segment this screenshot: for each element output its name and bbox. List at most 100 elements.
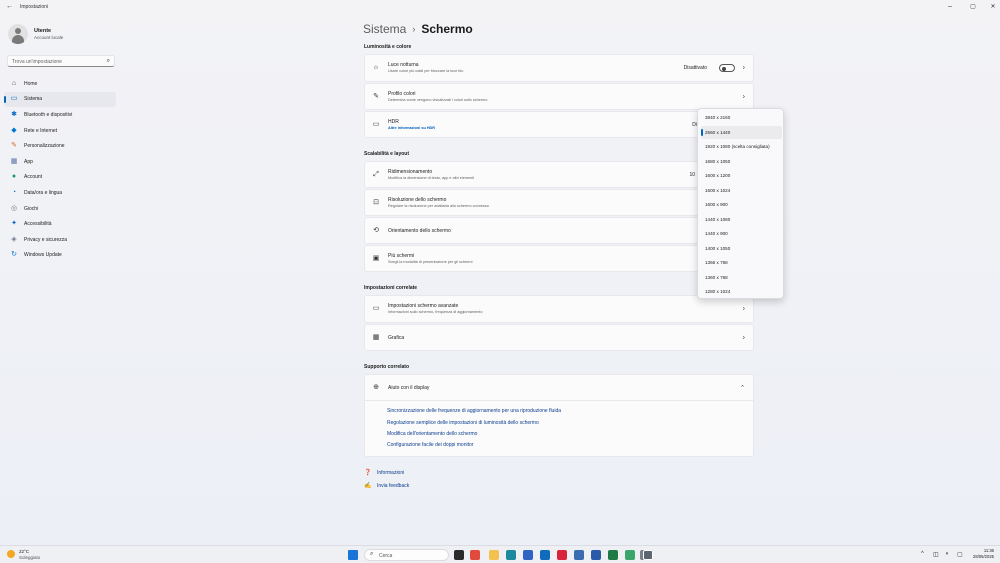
tray-app-icon[interactable]: ▢ bbox=[957, 551, 963, 558]
sidebar-item-windows-update[interactable]: ↻ Windows Update bbox=[4, 248, 116, 264]
weather-temperature: 22°C bbox=[19, 549, 30, 554]
title-bar: ← Impostazioni – ▢ ✕ bbox=[0, 0, 1000, 16]
chrome-icon[interactable] bbox=[470, 550, 480, 560]
game-icon[interactable] bbox=[625, 550, 635, 560]
graphics-card[interactable]: ▦ Grafica › bbox=[364, 324, 754, 351]
help-icon: ❓ bbox=[364, 470, 372, 476]
store-icon[interactable] bbox=[523, 550, 533, 560]
tray-chevron-icon[interactable]: ^ bbox=[921, 551, 924, 557]
sidebar-item-personalizzazione[interactable]: ✎ Personalizzazione bbox=[4, 138, 116, 154]
scale-card[interactable]: ⤢ Ridimensionamento Modifica la dimensio… bbox=[364, 161, 754, 188]
multi-display-card[interactable]: ▣ Più schermi Scegli la modalità di pres… bbox=[364, 245, 754, 272]
resolution-option-label: 1680 x 1050 bbox=[705, 158, 731, 164]
resolution-option-label: 1600 x 1200 bbox=[705, 173, 731, 178]
resolution-option[interactable]: 3840 x 2160 bbox=[701, 111, 782, 124]
resolution-option[interactable]: 1600 x 1024 bbox=[701, 184, 782, 197]
sidebar-item-icon: ✎ bbox=[11, 142, 17, 150]
minimize-button[interactable]: – bbox=[943, 2, 957, 12]
resolution-option[interactable]: 2560 x 1440 bbox=[701, 125, 782, 139]
edge-icon[interactable] bbox=[506, 550, 516, 560]
resolution-option[interactable]: 1400 x 1050 bbox=[701, 242, 782, 255]
night-light-card[interactable]: ☼ Luce notturna Usare colori più caldi p… bbox=[364, 54, 754, 82]
close-button[interactable]: ✕ bbox=[986, 2, 1000, 12]
outlook-icon[interactable] bbox=[540, 550, 550, 560]
resolution-option[interactable]: 1360 x 768 bbox=[701, 271, 782, 284]
resolution-option-label: 1360 x 768 bbox=[705, 274, 728, 280]
night-light-toggle[interactable] bbox=[719, 64, 735, 72]
resolution-option[interactable]: 1440 x 900 bbox=[701, 227, 782, 240]
resolution-option[interactable]: 1366 x 768 bbox=[701, 256, 782, 269]
resolution-option-label: 2560 x 1440 bbox=[705, 129, 731, 135]
network-icon[interactable]: ◫ bbox=[933, 551, 939, 558]
resolution-dropdown[interactable]: 3840 x 2160 2560 x 1440 1920 x 1080 (scelt… bbox=[697, 108, 784, 299]
clock[interactable]: 11:36 28/05/2025 bbox=[966, 548, 994, 560]
resolution-option[interactable]: 1280 x 1024 bbox=[701, 285, 782, 298]
sidebar-item-sistema[interactable]: ▭ Sistema bbox=[4, 91, 116, 108]
account-type: Account locale bbox=[34, 35, 64, 40]
chevron-right-icon[interactable]: › bbox=[743, 306, 745, 313]
opera-icon[interactable] bbox=[557, 550, 567, 560]
settings-app-icon[interactable] bbox=[643, 550, 653, 560]
section-related-title: Impostazioni correlate bbox=[364, 285, 418, 291]
help-link-refresh-rate[interactable]: Sincronizzazione delle frequenze di aggi… bbox=[387, 408, 561, 414]
back-arrow-icon[interactable]: ← bbox=[6, 3, 13, 10]
chevron-right-icon[interactable]: › bbox=[743, 65, 745, 72]
start-icon[interactable] bbox=[348, 550, 358, 560]
feedback-icon: ✍ bbox=[364, 483, 372, 489]
display-help-header[interactable]: ⊕ Aiuto con il display ⌃ bbox=[365, 375, 753, 401]
help-link-dual-monitor[interactable]: Configurazione facile dei doppi monitor bbox=[387, 442, 473, 448]
resolution-card[interactable]: ⊡ Risoluzione dello schermo Regolare la … bbox=[364, 189, 754, 216]
color-profile-card[interactable]: ✎ Profilo colori Determina come vengono … bbox=[364, 83, 754, 110]
remote-icon[interactable] bbox=[591, 550, 601, 560]
resolution-option[interactable]: 1920 x 1080 (scelta consigliata) bbox=[701, 140, 782, 153]
sidebar-item-label: Bluetooth e dispositivi bbox=[24, 111, 73, 118]
chevron-right-icon[interactable]: › bbox=[743, 334, 745, 341]
sidebar-item-accessibilit[interactable]: ✦ Accessibilità bbox=[4, 216, 116, 232]
search-input[interactable]: Trova un'impostazione ⌕ bbox=[7, 55, 115, 67]
sidebar-item-rete-e-internet[interactable]: ◆ Rete e Internet bbox=[4, 123, 116, 139]
excel-icon[interactable] bbox=[608, 550, 618, 560]
sidebar-item-data-ora-e-lingua[interactable]: ◔ Data/ora e lingua bbox=[4, 185, 116, 201]
hdr-card[interactable]: ▭ HDR Altre informazioni su HDR Di bbox=[364, 111, 754, 138]
display-help-title: Aiuto con il display bbox=[388, 385, 430, 391]
sidebar-item-label: Accessibilità bbox=[24, 221, 52, 228]
info-link[interactable]: Informazioni bbox=[377, 470, 404, 476]
hdr-info-link[interactable]: Altre informazioni su HDR bbox=[388, 126, 435, 130]
resolution-option-label: 1440 x 1080 bbox=[705, 216, 731, 222]
resolution-option-label: 1600 x 900 bbox=[705, 202, 728, 207]
feedback-link[interactable]: Invia feedback bbox=[377, 483, 409, 489]
scale-value[interactable]: 10 bbox=[689, 172, 695, 178]
avatar[interactable] bbox=[8, 24, 28, 44]
sidebar-item-giochi[interactable]: ◎ Giochi bbox=[4, 201, 116, 217]
sidebar-item-icon: ✱ bbox=[11, 110, 17, 118]
chevron-up-icon[interactable]: ⌃ bbox=[740, 385, 745, 392]
taskbar-search[interactable]: ⌕ Cerca bbox=[364, 549, 449, 561]
page-title: Schermo bbox=[421, 22, 473, 36]
sidebar-item-privacy-e-sicurezza[interactable]: ◈ Privacy e sicurezza bbox=[4, 232, 116, 248]
monitor-icon: ▭ bbox=[372, 305, 380, 312]
orientation-card[interactable]: ⟲ Orientamento dello schermo bbox=[364, 217, 754, 244]
help-link-brightness[interactable]: Regolazione semplice delle impostazioni … bbox=[387, 420, 539, 426]
volume-icon[interactable]: ◖ bbox=[945, 551, 949, 557]
scale-title: Ridimensionamento bbox=[388, 169, 433, 175]
help-link-orientation[interactable]: Modifica dell'orientamento dello schermo bbox=[387, 431, 477, 437]
advanced-display-card[interactable]: ▭ Impostazioni schermo avanzate Informaz… bbox=[364, 295, 754, 323]
sidebar-item-app[interactable]: ▦ App bbox=[4, 154, 116, 170]
sidebar-item-bluetooth-e-dispositivi[interactable]: ✱ Bluetooth e dispositivi bbox=[4, 107, 116, 123]
task-view-icon[interactable] bbox=[454, 550, 464, 560]
resolution-option[interactable]: 1600 x 1200 bbox=[701, 169, 782, 182]
resolution-option[interactable]: 1600 x 900 bbox=[701, 198, 782, 211]
breadcrumb-parent[interactable]: Sistema bbox=[363, 22, 406, 36]
sidebar-item-account[interactable]: ● Account bbox=[4, 170, 116, 186]
breadcrumb: Sistema › Schermo bbox=[363, 22, 473, 36]
file-explorer-icon[interactable] bbox=[489, 550, 499, 560]
sidebar-item-home[interactable]: ⌂ Home bbox=[4, 76, 116, 92]
search-icon[interactable]: ⌕ bbox=[107, 58, 110, 65]
maximize-button[interactable]: ▢ bbox=[966, 2, 980, 12]
avatar-body-icon bbox=[12, 35, 24, 44]
resolution-option[interactable]: 1680 x 1050 bbox=[701, 155, 782, 168]
resolution-option[interactable]: 1440 x 1080 bbox=[701, 213, 782, 226]
advanced-display-title: Impostazioni schermo avanzate bbox=[388, 303, 459, 309]
settings-tool-icon[interactable] bbox=[574, 550, 584, 560]
chevron-right-icon[interactable]: › bbox=[743, 93, 745, 100]
